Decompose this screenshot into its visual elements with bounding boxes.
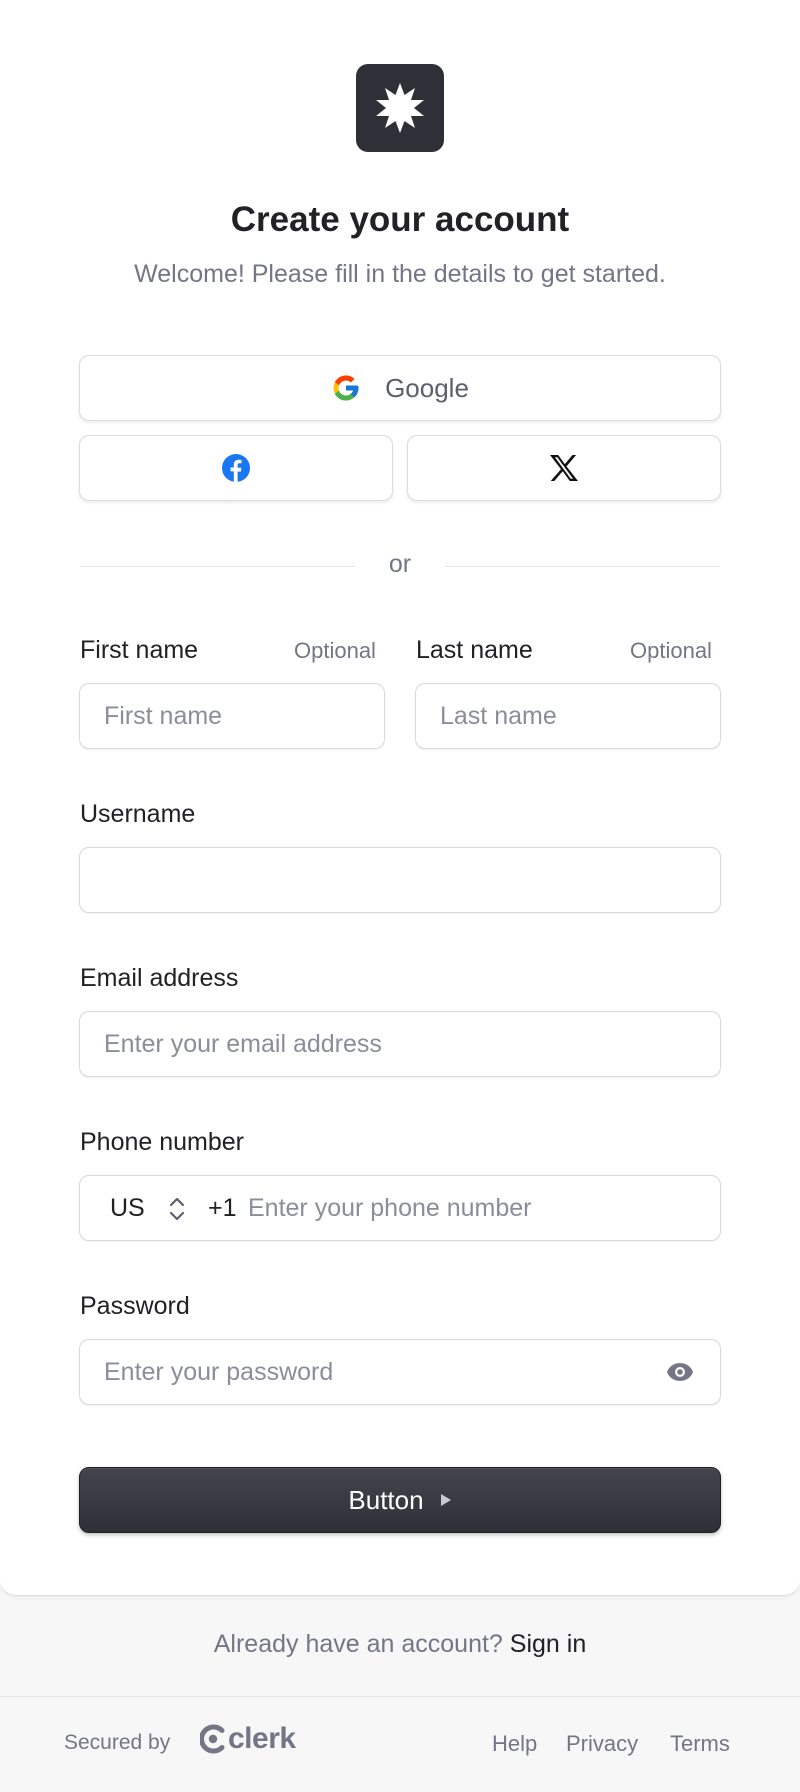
country-select[interactable]: US	[110, 1194, 145, 1223]
phone-field: US +1	[79, 1175, 721, 1241]
google-label: Google	[385, 372, 469, 403]
x-icon	[550, 455, 578, 481]
divider-text: or	[388, 550, 412, 578]
username-label: Username	[80, 800, 196, 828]
continue-button[interactable]: Button	[79, 1467, 721, 1533]
last-name-label: Last name	[416, 636, 533, 664]
first-name-label: First name	[80, 636, 199, 664]
privacy-link[interactable]: Privacy	[566, 1731, 638, 1757]
sign-in-prompt: Already have an account? Sign in	[0, 1630, 800, 1659]
google-icon	[333, 375, 359, 401]
x-sign-in-button[interactable]	[407, 435, 721, 501]
page-subtitle: Welcome! Please fill in the details to g…	[134, 260, 666, 288]
first-name-optional: Optional	[294, 638, 376, 663]
last-name-optional: Optional	[630, 638, 712, 663]
secured-by-text: Secured by	[64, 1731, 171, 1754]
page-title: Create your account	[230, 200, 570, 239]
email-input[interactable]	[79, 1011, 721, 1077]
divider-line-left	[80, 566, 355, 567]
divider-line-right	[445, 566, 720, 567]
clerk-logo[interactable]: clerk	[200, 1722, 296, 1756]
chevron-up-down-icon[interactable]	[166, 1194, 188, 1224]
footer-divider	[0, 1696, 800, 1697]
help-link[interactable]: Help	[492, 1731, 537, 1757]
password-label: Password	[80, 1292, 190, 1320]
sign-up-card: Create your account Welcome! Please fill…	[0, 0, 800, 1596]
play-triangle-icon	[440, 1494, 451, 1506]
continue-button-label: Button	[348, 1484, 424, 1515]
email-label: Email address	[80, 964, 239, 992]
sign-in-prompt-text: Already have an account?	[213, 1630, 503, 1658]
password-input[interactable]	[79, 1339, 721, 1405]
show-password-button[interactable]	[664, 1356, 696, 1388]
eye-icon	[667, 1363, 693, 1381]
facebook-icon	[222, 454, 250, 482]
phone-input[interactable]	[242, 1184, 702, 1232]
clerk-logo-icon	[200, 1724, 225, 1754]
first-name-input[interactable]	[79, 683, 385, 749]
dial-code: +1	[208, 1194, 237, 1222]
sign-in-link[interactable]: Sign in	[510, 1630, 586, 1658]
username-input[interactable]	[79, 847, 721, 913]
clerk-wordmark: clerk	[228, 1722, 296, 1755]
starburst-icon	[376, 83, 424, 133]
last-name-input[interactable]	[415, 683, 721, 749]
app-logo	[356, 64, 444, 152]
phone-label: Phone number	[80, 1128, 245, 1156]
facebook-sign-in-button[interactable]	[79, 435, 393, 501]
terms-link[interactable]: Terms	[670, 1731, 730, 1757]
google-sign-in-button[interactable]: Google	[79, 355, 721, 421]
